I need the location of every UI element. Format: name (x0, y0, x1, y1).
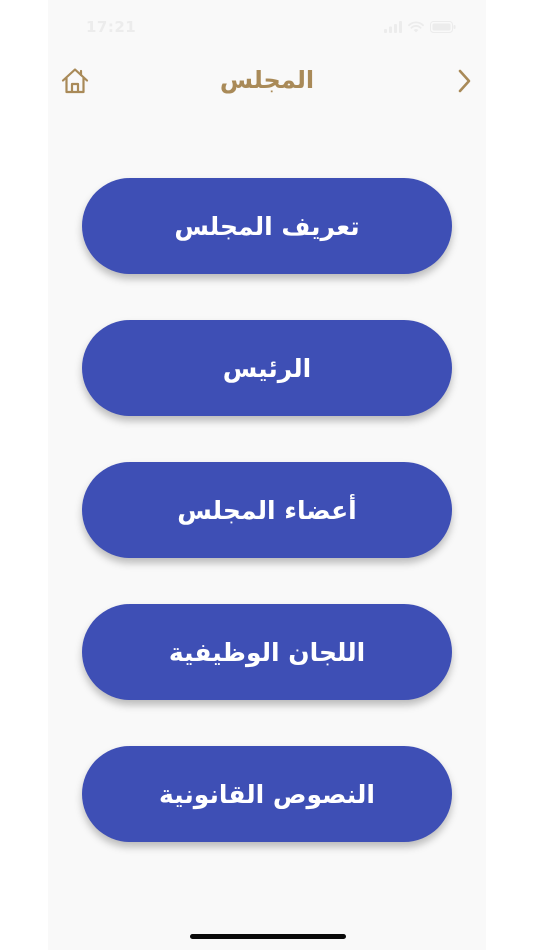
wifi-icon (408, 21, 424, 33)
app-screen: 17:21 المجلس تعريف المجلس الرئيس أعضاء ا… (48, 0, 486, 950)
chevron-right-icon (458, 69, 471, 93)
home-indicator[interactable] (190, 934, 346, 939)
battery-icon (430, 21, 456, 33)
status-icons (384, 21, 456, 33)
menu-button-functional-committees[interactable]: اللجان الوظيفية (82, 604, 452, 700)
signal-icon (384, 21, 402, 33)
navigation-bar: المجلس (48, 56, 486, 108)
main-menu: تعريف المجلس الرئيس أعضاء المجلس اللجان … (82, 178, 452, 888)
back-button[interactable] (452, 68, 476, 94)
status-bar: 17:21 (48, 0, 486, 56)
menu-button-council-definition[interactable]: تعريف المجلس (82, 178, 452, 274)
page-title: المجلس (219, 66, 315, 94)
menu-button-legal-texts[interactable]: النصوص القانونية (82, 746, 452, 842)
status-time: 17:21 (86, 18, 137, 36)
menu-button-president[interactable]: الرئيس (82, 320, 452, 416)
menu-button-council-members[interactable]: أعضاء المجلس (82, 462, 452, 558)
